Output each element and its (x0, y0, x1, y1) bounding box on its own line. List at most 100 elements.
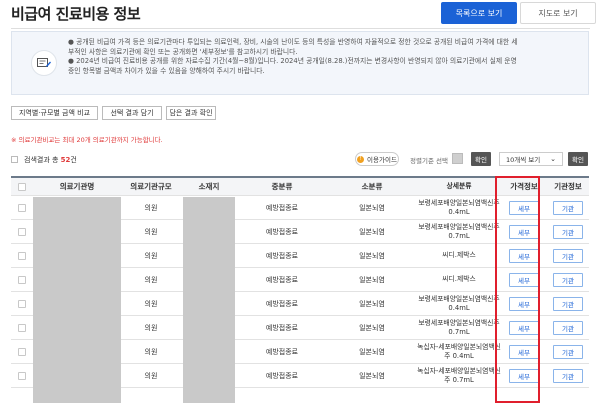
institution-size-cell: 의원 (144, 323, 158, 332)
list-view-button[interactable]: 목록으로 보기 (441, 2, 517, 24)
price-info-cell: 세부 (501, 272, 547, 287)
per-page-value: 10개씩 보기 (506, 156, 541, 164)
header-cell: 가격정보 (510, 182, 538, 191)
row-checkbox[interactable] (18, 275, 26, 284)
row-checkbox[interactable] (18, 203, 26, 212)
header-cell: 의료기관규모 (130, 182, 172, 191)
institution-info-cell: 기관 (547, 344, 589, 359)
detail-category-cell: 보령세포배양일본뇌염백신주 0.7mL (418, 222, 500, 240)
small-category-cell: 일본뇌염 (359, 371, 385, 380)
small-category-cell: 일본뇌염 (359, 299, 385, 308)
view-saved-button[interactable]: 담은 결과 확인 (166, 106, 216, 120)
price-detail-button[interactable]: 세부 (509, 248, 539, 263)
price-detail-button[interactable]: 세부 (509, 200, 539, 215)
institution-info-button[interactable]: 기관 (553, 320, 583, 335)
per-page-select[interactable]: 10개씩 보기 ⌄ (499, 152, 563, 166)
redacted-locations (183, 197, 235, 403)
small-category-cell: 일본뇌염 (359, 323, 385, 332)
row-checkbox[interactable] (18, 347, 26, 356)
row-checkbox[interactable] (18, 251, 26, 260)
institution-size-cell: 의원 (144, 203, 158, 212)
detail-category-cell: 녹십자-세포배양일본뇌염백신주 0.7mL (417, 366, 501, 384)
detail-category-cell: 보령세포배양일본뇌염백신주 0.4mL (418, 294, 500, 312)
institution-info-cell: 기관 (547, 200, 589, 215)
mid-category-cell: 예방접종료 (265, 299, 299, 308)
institution-info-button[interactable]: 기관 (553, 200, 583, 215)
info-line: 부적인 사항은 의료기관에 확인 또는 공개화면 '세부정보'를 참고하시기 바… (68, 47, 298, 56)
sort-confirm-button[interactable]: 확인 (471, 152, 491, 166)
per-page-confirm-button[interactable]: 확인 (568, 152, 588, 166)
header-cell: 기관정보 (554, 182, 582, 191)
save-selection-button[interactable]: 선택 결과 담기 (102, 106, 162, 120)
row-checkbox-cell (11, 347, 33, 356)
price-info-cell: 세부 (501, 200, 547, 215)
user-guide-label: 이용가이드 (367, 156, 397, 164)
institution-info-button[interactable]: 기관 (553, 224, 583, 239)
mid-category-cell: 예방접종료 (265, 275, 299, 284)
institution-size-cell: 의원 (144, 227, 158, 236)
result-count-value: 52 (60, 156, 71, 164)
mid-category-cell: 예방접종료 (265, 227, 299, 236)
row-checkbox[interactable] (18, 323, 26, 332)
price-detail-button[interactable]: 세부 (509, 224, 539, 239)
institution-info-button[interactable]: 기관 (553, 272, 583, 287)
small-category-cell: 일본뇌염 (359, 227, 385, 236)
price-info-cell: 세부 (501, 320, 547, 335)
institution-info-button[interactable]: 기관 (553, 368, 583, 383)
user-guide-button[interactable]: ! 이용가이드 (355, 152, 399, 166)
header-cell: 중분류 (271, 182, 293, 191)
info-icon: ! (357, 155, 365, 163)
row-checkbox-cell (11, 203, 33, 212)
row-checkbox-cell (11, 299, 33, 308)
price-info-cell: 세부 (501, 368, 547, 383)
detail-category-cell: 보령세포배양일본뇌염백신주 0.7mL (418, 318, 500, 336)
row-checkbox[interactable] (18, 299, 26, 308)
header-checkbox[interactable] (18, 182, 26, 191)
price-detail-button[interactable]: 세부 (509, 272, 539, 287)
compare-notice: ※ 의료기관비교는 최대 20개 의료기관까지 가능합니다. (11, 136, 163, 144)
mid-category-cell: 예방접종료 (265, 251, 299, 260)
mid-category-cell: 예방접종료 (265, 371, 299, 380)
row-checkbox-cell (11, 323, 33, 332)
institution-size-cell: 의원 (144, 347, 158, 356)
row-checkbox-cell (11, 371, 33, 380)
price-detail-button[interactable]: 세부 (509, 368, 539, 383)
detail-category-cell: 보령세포배양일본뇌염백신주 0.4mL (418, 198, 500, 216)
institution-info-button[interactable]: 기관 (553, 344, 583, 359)
page-title: 비급여 진료비용 정보 (11, 5, 141, 23)
map-view-button[interactable]: 지도로 보기 (520, 2, 596, 24)
info-line: ● 2024년 비급여 진료비용 공개를 위한 자료수집 기간(4월~8월)입니… (68, 57, 517, 66)
mid-category-cell: 예방접종료 (265, 347, 299, 356)
row-checkbox[interactable] (18, 227, 26, 236)
document-edit-icon (31, 50, 57, 76)
info-line: 중인 항목별 금액과 차이가 있을 수 있음을 양해하여 주시기 바랍니다. (68, 66, 265, 75)
sort-label: 정렬기준 선택 (410, 157, 448, 165)
select-all-checkbox[interactable] (11, 156, 18, 163)
price-info-cell: 세부 (501, 248, 547, 263)
table-header: 의료기관명 의료기관규모 소재지 중분류 소분류 상세분류 가격정보 기관정보 (11, 176, 589, 196)
title-divider (11, 28, 590, 29)
row-checkbox-cell (11, 227, 33, 236)
row-checkbox-cell (11, 275, 33, 284)
sort-checkbox[interactable] (452, 153, 463, 164)
result-count: 검색결과 총 52건 (24, 155, 77, 165)
institution-size-cell: 의원 (144, 275, 158, 284)
price-detail-button[interactable]: 세부 (509, 320, 539, 335)
institution-info-cell: 기관 (547, 224, 589, 239)
institution-info-button[interactable]: 기관 (553, 296, 583, 311)
institution-info-cell: 기관 (547, 320, 589, 335)
detail-category-cell: 씨디.제박스 (442, 275, 476, 283)
info-text: ● 공개된 비급여 가격 등은 의료기관마다 투입되는 의료인력, 장비, 시술… (68, 38, 580, 76)
institution-info-button[interactable]: 기관 (553, 248, 583, 263)
institution-info-cell: 기관 (547, 368, 589, 383)
price-detail-button[interactable]: 세부 (509, 344, 539, 359)
institution-size-cell: 의원 (144, 371, 158, 380)
small-category-cell: 일본뇌염 (359, 347, 385, 356)
institution-info-cell: 기관 (547, 296, 589, 311)
small-category-cell: 일본뇌염 (359, 203, 385, 212)
detail-category-cell: 녹십자-세포배양일본뇌염백신주 0.4mL (417, 342, 501, 360)
row-checkbox[interactable] (18, 371, 26, 380)
price-detail-button[interactable]: 세부 (509, 296, 539, 311)
region-compare-button[interactable]: 지역별·규모별 금액 비교 (11, 106, 98, 120)
small-category-cell: 일본뇌염 (359, 275, 385, 284)
